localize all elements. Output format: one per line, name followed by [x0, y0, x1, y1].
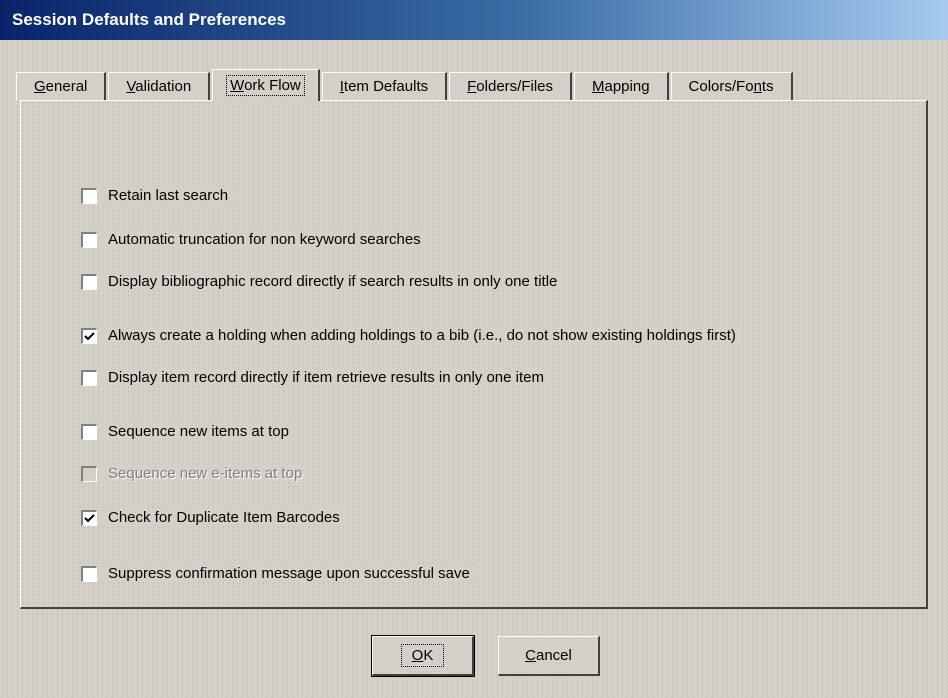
option-display-item-record[interactable]: Display item record directly if item ret… [81, 369, 550, 386]
checkbox[interactable] [81, 187, 97, 204]
option-check-duplicate-barcodes[interactable]: Check for Duplicate Item Barcodes [81, 509, 346, 526]
tab-colors-fonts[interactable]: Colors/Fonts [670, 72, 793, 100]
window-title: Session Defaults and Preferences [12, 10, 287, 29]
option-label: Display item record directly if item ret… [108, 369, 544, 386]
checkbox[interactable] [81, 369, 97, 386]
option-label: Automatic truncation for non keyword sea… [108, 231, 421, 248]
title-bar: Session Defaults and Preferences [0, 0, 948, 40]
checkmark-icon [84, 513, 95, 522]
tab-folders-files[interactable]: Folders/Files [449, 72, 572, 100]
cancel-button[interactable]: Cancel [498, 636, 600, 676]
tab-strip: General Validation Work Flow Item Defaul… [16, 68, 795, 101]
tab-mapping[interactable]: Mapping [574, 72, 669, 100]
option-retain-last-search[interactable]: Retain last search [81, 187, 235, 204]
tab-work-flow[interactable]: Work Flow [212, 69, 320, 101]
option-label: Sequence new e-items at top [108, 465, 303, 482]
tab-general[interactable]: General [16, 72, 107, 100]
tab-item-defaults[interactable]: Item Defaults [321, 72, 448, 100]
work-flow-panel: Retain last search Automatic truncation … [20, 100, 928, 609]
option-label: Check for Duplicate Item Barcodes [108, 509, 340, 526]
option-label: Suppress confirmation message upon succe… [108, 565, 470, 582]
option-suppress-confirmation[interactable]: Suppress confirmation message upon succe… [81, 565, 476, 582]
tab-validation[interactable]: Validation [108, 72, 211, 100]
dialog-body: General Validation Work Flow Item Defaul… [0, 40, 948, 698]
option-display-bib-record[interactable]: Display bibliographic record directly if… [81, 273, 564, 290]
option-sequence-new-e-items: Sequence new e-items at top [81, 465, 309, 482]
checkbox[interactable] [81, 565, 97, 582]
option-label: Always create a holding when adding hold… [108, 327, 736, 344]
ok-button[interactable]: OK [371, 635, 475, 677]
option-label: Sequence new items at top [108, 423, 289, 440]
checkbox[interactable] [81, 273, 97, 290]
checkbox[interactable] [81, 509, 97, 526]
checkbox[interactable] [81, 327, 97, 344]
option-label: Display bibliographic record directly if… [108, 273, 558, 290]
option-always-create-holding[interactable]: Always create a holding when adding hold… [81, 327, 742, 344]
option-automatic-truncation[interactable]: Automatic truncation for non keyword sea… [81, 231, 427, 248]
option-sequence-new-items[interactable]: Sequence new items at top [81, 423, 295, 440]
checkmark-icon [84, 331, 95, 340]
checkbox[interactable] [81, 423, 97, 440]
option-label: Retain last search [108, 187, 229, 204]
checkbox [81, 465, 97, 482]
checkbox[interactable] [81, 231, 97, 248]
